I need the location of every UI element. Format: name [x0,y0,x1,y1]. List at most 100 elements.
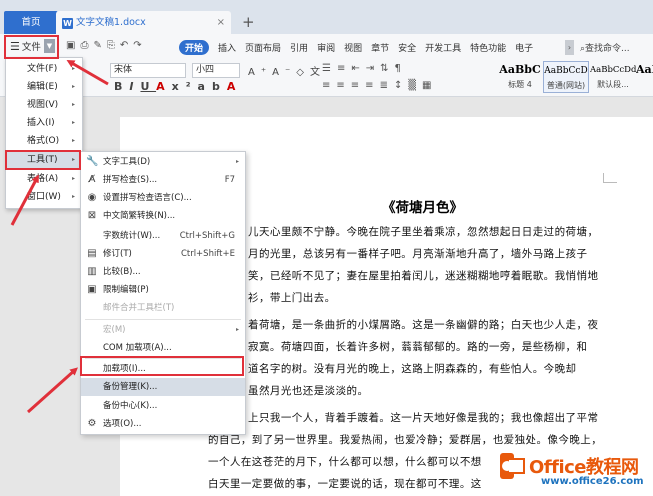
shrink-font-icon[interactable]: A⁻ [272,67,296,78]
tab-review[interactable]: 审阅 [317,41,335,54]
numbering-icon[interactable]: ≡ [337,63,351,74]
submenu-arrow-icon: ▸ [71,137,75,144]
font-color-icon[interactable]: A [156,80,172,93]
revise-icon: ▤ [87,248,97,259]
menu-item-label: 文件(F) [27,64,58,74]
print-preview-icon[interactable]: ⎘ [107,40,120,51]
menu-item-window[interactable]: 窗口(W) ▸ [6,188,82,206]
document-line: 笑，已经听不见了；妻在屋里拍着闰儿，迷迷糊糊地哼着眠歌。我悄悄地 [248,270,599,282]
alignment-buttons: ≡≡≡≡≣↕▒▦ [322,80,438,91]
tab-document[interactable]: W 文字文稿1.docx × [56,11,231,34]
bold-icon[interactable]: B [114,80,129,93]
submenu-arrow-icon: ▸ [71,65,75,72]
menu-item-mail-merge: 邮件合并工具栏(T) [81,299,245,317]
distribute-icon[interactable]: ≣ [380,80,394,91]
grow-font-icon[interactable]: A⁺ [248,67,272,78]
shading-icon[interactable]: ▒ [408,80,422,91]
style-heading4[interactable]: AaBbC 标题 4 [497,61,543,93]
menu-item-revise[interactable]: ▤ 修订(T) Ctrl+Shift+E [81,245,245,263]
command-search[interactable]: ⌕查找命令... [580,41,630,54]
page-corner-mark [603,173,617,183]
menu-item-word-count[interactable]: 字数统计(W)... Ctrl+Shift+G [81,227,245,245]
font-size-select[interactable]: 小四 [192,63,240,78]
tab-electronic[interactable]: 电子 [515,41,533,54]
tab-page-layout[interactable]: 页面布局 [245,41,281,54]
menu-item-backup-manage[interactable]: 备份管理(K)... [81,378,245,396]
tab-references[interactable]: 引用 [290,41,308,54]
style-name: 普通(网站) [546,81,586,90]
style-name: 默认段... [597,80,629,89]
bullets-icon[interactable]: ☰ [322,63,337,74]
menu-item-com-addins[interactable]: COM 加载项(A)... [81,339,245,357]
text-color-icon[interactable]: A [227,80,243,93]
clear-format-icon[interactable]: ◇ [296,67,310,78]
style-normal-web[interactable]: AaBbCcD 普通(网站) [543,61,589,93]
font-extra-buttons: A⁺A⁻◇文 [248,63,326,78]
line-spacing-icon[interactable]: ↕ [394,80,408,91]
save-icon[interactable]: ▣ [66,40,80,51]
italic-icon[interactable]: I [129,80,140,93]
print-icon[interactable]: ⎙ [80,40,93,51]
document-line: 虽然月光也还是淡淡的。 [248,385,369,397]
menu-item-options[interactable]: ⚙ 选项(O)... [81,415,245,433]
increase-indent-icon[interactable]: ⇥ [366,63,380,74]
undo-icon[interactable]: ↶ [120,40,133,51]
menu-item-chinese-convert[interactable]: ⊠ 中文简繁转换(N)... [81,207,245,225]
tab-insert[interactable]: 插入 [218,41,236,54]
tab-home[interactable]: 首页 [4,11,58,34]
spellcheck-icon: A̸ [88,174,96,185]
tab-features[interactable]: 特色功能 [470,41,506,54]
borders-icon[interactable]: ▦ [422,80,437,91]
compare-icon: ▥ [87,266,97,277]
show-marks-icon[interactable]: ¶ [395,63,407,74]
tab-security[interactable]: 安全 [398,41,416,54]
close-icon[interactable]: × [217,11,225,34]
menu-item-restrict-edit[interactable]: ▣ 限制编辑(P) [81,281,245,299]
menu-item-view[interactable]: 视图(V) ▸ [6,96,82,114]
menu-item-label: 插入(I) [27,118,55,128]
menu-item-insert[interactable]: 插入(I) ▸ [6,114,82,132]
menu-item-file[interactable]: 文件(F) ▸ [6,60,82,78]
align-right-icon[interactable]: ≡ [351,80,365,91]
menu-item-label: 设置拼写检查语言(C)... [103,193,192,203]
document-title: 《荷塘月色》 [382,200,463,216]
tabs-scroll-button[interactable]: › [565,40,574,55]
align-left-icon[interactable]: ≡ [322,80,336,91]
redo-icon[interactable]: ↷ [133,40,146,51]
align-center-icon[interactable]: ≡ [336,80,350,91]
justify-icon[interactable]: ≡ [365,80,379,91]
menu-separator [85,319,241,320]
tab-section[interactable]: 章节 [371,41,389,54]
menu-item-label: 备份中心(K)... [103,401,158,411]
submenu-arrow-icon: ▸ [71,193,75,200]
submenu-arrow-icon: ▸ [71,175,75,182]
menu-item-table[interactable]: 表格(A) ▸ [6,170,82,188]
tab-view[interactable]: 视图 [344,41,362,54]
menu-item-label: 备份管理(K)... [103,382,158,392]
superscript-icon[interactable]: x² [172,80,198,93]
document-line: 衫，带上门出去。 [248,292,336,304]
menu-item-compare[interactable]: ▥ 比较(B)... [81,263,245,281]
sort-icon[interactable]: ⇅ [380,63,394,74]
tab-developer[interactable]: 开发工具 [425,41,461,54]
style-more[interactable]: AaBb [636,61,653,93]
tab-document-label: 文字文稿1.docx [76,17,146,28]
menu-item-backup-center[interactable]: 备份中心(K)... [81,397,245,415]
menu-item-label: 编辑(E) [27,82,58,92]
menu-item-edit[interactable]: 编辑(E) ▸ [6,78,82,96]
decrease-indent-icon[interactable]: ⇤ [351,63,365,74]
new-tab-button[interactable]: + [242,14,255,30]
submenu-arrow-icon: ▸ [71,83,75,90]
highlight-icon[interactable]: ab [198,80,227,93]
text-format-buttons: BIUAx²abA [114,80,242,93]
menu-item-spell-language[interactable]: ◉ 设置拼写检查语言(C)... [81,189,245,207]
menu-item-format[interactable]: 格式(O) ▸ [6,132,82,150]
menu-item-label: 选项(O)... [103,419,142,429]
menu-item-spell-check[interactable]: A̸ 拼写检查(S)... F7 [81,171,245,189]
format-painter-icon[interactable]: ✎ [93,40,106,51]
tab-start[interactable]: 开始 [179,40,210,55]
font-name-select[interactable]: 宋体 [110,63,186,78]
underline-icon[interactable]: U [140,80,156,93]
menu-item-text-tools[interactable]: 🔧 文字工具(D) ▸ [81,153,245,171]
style-default-paragraph[interactable]: AaBbCcDd 默认段... [590,61,636,93]
